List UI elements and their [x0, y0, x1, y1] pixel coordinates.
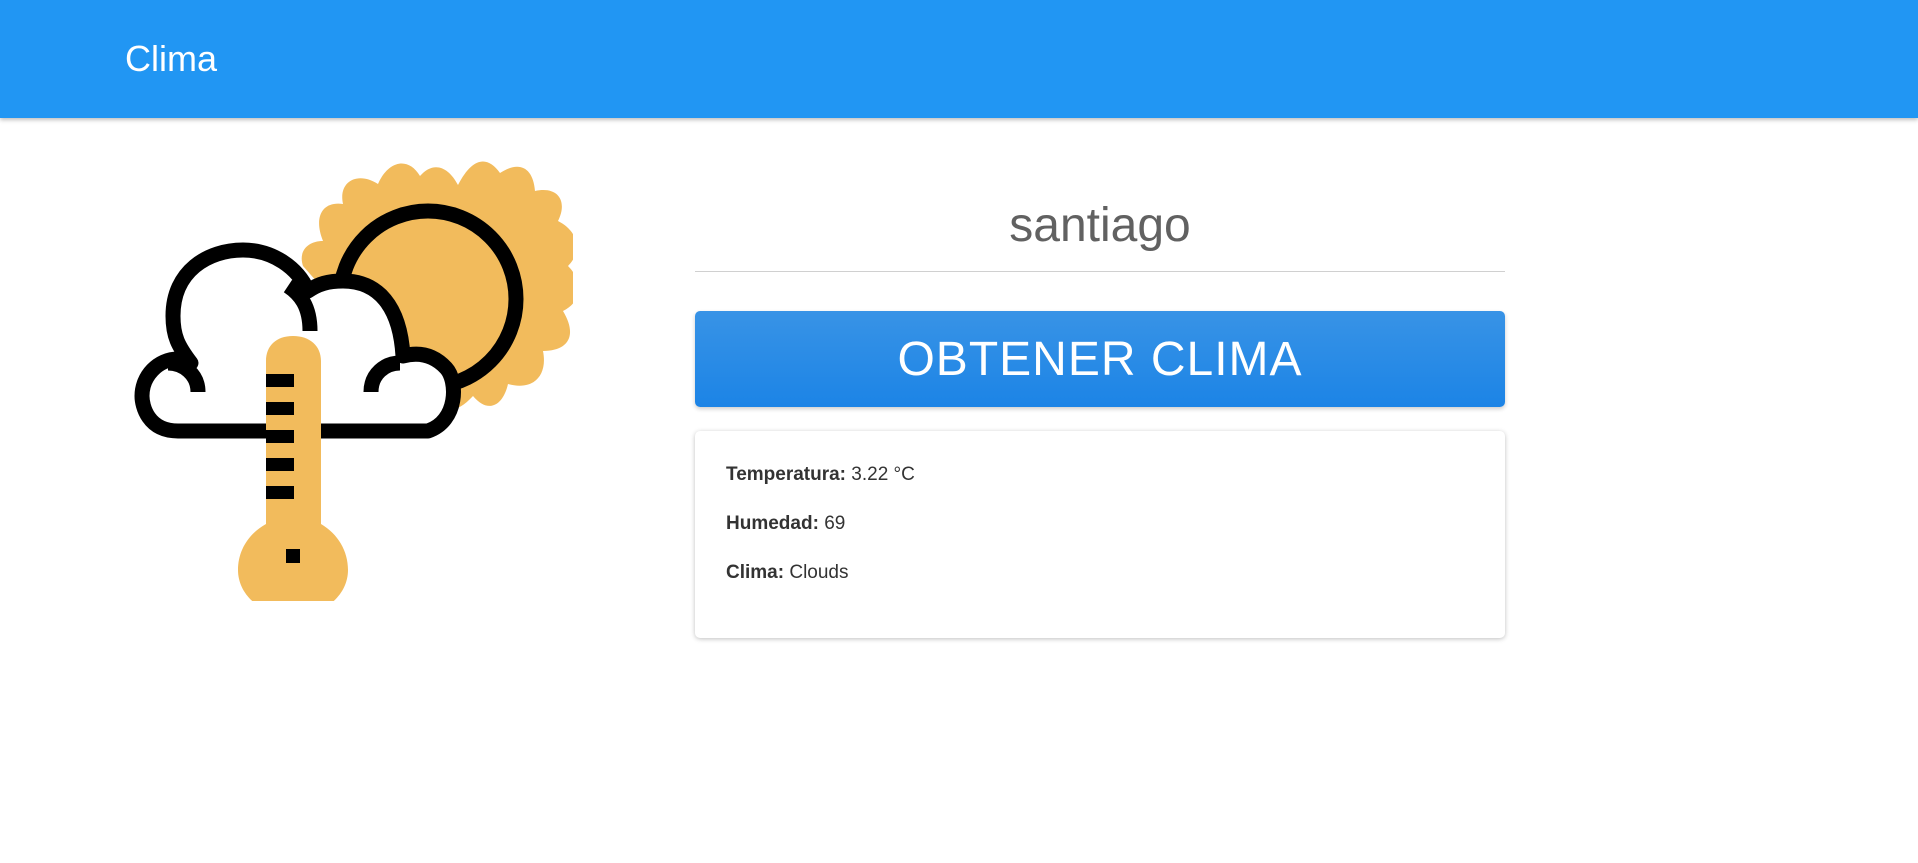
weather-illustration-icon [128, 156, 579, 616]
temperature-label: Temperatura: [726, 464, 847, 485]
weather-condition-label: Clima: [726, 562, 785, 583]
temperature-row: Temperatura: 3.22 °C [726, 463, 915, 487]
humidity-row: Humedad: 69 [726, 512, 845, 536]
brand-title[interactable]: Clima [125, 34, 217, 84]
temperature-value: 3.22 °C [851, 464, 915, 485]
humidity-label: Humedad: [726, 513, 819, 534]
navbar: Clima [0, 0, 1918, 118]
weather-condition-value: Clouds [789, 562, 849, 583]
weather-result-card: Temperatura: 3.22 °C Humedad: 69 Clima: … [695, 431, 1505, 638]
humidity-value: 69 [824, 513, 846, 534]
city-input[interactable] [695, 180, 1505, 272]
weather-condition-row: Clima: Clouds [726, 561, 849, 585]
get-weather-button[interactable]: OBTENER CLIMA [695, 311, 1505, 407]
